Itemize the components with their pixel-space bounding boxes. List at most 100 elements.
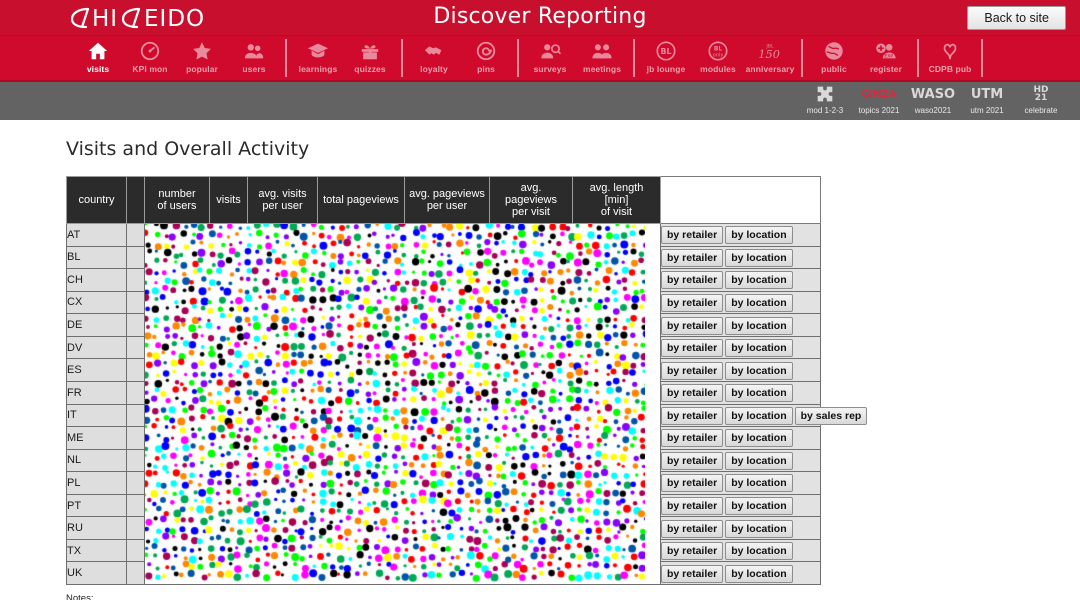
action-by-location-button[interactable]: by location	[725, 497, 793, 516]
users-icon	[243, 39, 265, 63]
subnav-item-topics-2021[interactable]: GiNZA topics 2021	[852, 82, 906, 120]
nav-item-label: loyalty	[420, 64, 448, 74]
row-actions-cell: by retailer by location	[660, 561, 821, 585]
action-by-retailer-button[interactable]: by retailer	[661, 519, 724, 538]
nav-separator	[633, 39, 635, 77]
action-by-retailer-button[interactable]: by retailer	[661, 406, 724, 425]
survey-person-icon	[539, 39, 561, 63]
action-by-location-button[interactable]: by location	[725, 542, 793, 561]
nav-item-learnings[interactable]: learnings	[292, 36, 344, 82]
nav-item-modules[interactable]: BL only modules	[692, 36, 744, 82]
action-by-retailer-button[interactable]: by retailer	[661, 564, 724, 583]
action-by-location-button[interactable]: by location	[725, 384, 793, 403]
subnav-item-waso2021[interactable]: WASO waso2021	[906, 82, 960, 120]
nav-separator	[401, 39, 403, 77]
subnav-item-mod-1-2-3[interactable]: mod 1-2-3	[798, 82, 852, 120]
action-by-location-button[interactable]: by location	[725, 519, 793, 538]
country-cell: UK	[66, 561, 127, 585]
action-by-location-button[interactable]: by location	[725, 361, 793, 380]
action-by-sales-rep-button[interactable]: by sales rep	[794, 406, 868, 425]
action-by-retailer-button[interactable]: by retailer	[661, 316, 724, 335]
country-cell: TX	[66, 538, 127, 563]
row-spacer-cell	[126, 223, 145, 247]
handshake-icon	[423, 39, 445, 63]
country-cell: DV	[66, 335, 127, 360]
nav-item-cdpb-pub[interactable]: CDPB pub	[924, 36, 976, 82]
row-spacer-cell	[126, 245, 145, 270]
action-by-retailer-button[interactable]: by retailer	[661, 293, 724, 312]
action-by-location-button[interactable]: by location	[725, 226, 793, 245]
action-by-location-button[interactable]: by location	[725, 248, 793, 267]
utm-icon: UTM	[970, 86, 1004, 102]
gift-icon	[359, 39, 381, 63]
nav-item-label: quizzes	[354, 64, 386, 74]
table-header-avg-length-min-of-visit: avg. length [min] of visit	[572, 176, 661, 224]
header-line: avg. pageviews	[505, 182, 557, 206]
action-by-location-button[interactable]: by location	[725, 339, 793, 358]
table-header-blank	[660, 176, 821, 224]
nav-item-surveys[interactable]: surveys	[524, 36, 576, 82]
nav-item-label: register	[870, 64, 902, 74]
action-by-location-button[interactable]: by location	[725, 564, 793, 583]
action-by-location-button[interactable]: by location	[725, 406, 793, 425]
nav-item-anniversary[interactable]: JBL 150 anniversary	[744, 36, 796, 82]
table-header-avg-pageviews-per-user: avg. pageviews per user	[404, 176, 490, 224]
action-by-retailer-button[interactable]: by retailer	[661, 451, 724, 470]
notes-title: Notes:	[66, 593, 94, 600]
action-by-retailer-button[interactable]: by retailer	[661, 226, 724, 245]
country-cell: RU	[66, 516, 127, 540]
action-by-location-button[interactable]: by location	[725, 474, 793, 493]
nav-item-meetings[interactable]: meetings	[576, 36, 628, 82]
country-cell: PT	[66, 493, 127, 518]
action-by-retailer-button[interactable]: by retailer	[661, 339, 724, 358]
nav-item-visits[interactable]: visits	[72, 36, 124, 82]
country-cell: ES	[66, 358, 127, 382]
nav-item-users[interactable]: users	[228, 36, 280, 82]
table-body: AT by retailer by location BL by retailer by …	[66, 223, 868, 585]
action-by-location-button[interactable]: by location	[725, 293, 793, 312]
action-by-retailer-button[interactable]: by retailer	[661, 542, 724, 561]
action-by-location-button[interactable]: by location	[725, 429, 793, 448]
subnav-item-label: waso2021	[914, 106, 952, 115]
nav-item-pins[interactable]: pins	[460, 36, 512, 82]
nav-item-jb-lounge[interactable]: BL jb lounge	[640, 36, 692, 82]
row-actions-cell: by retailer by location	[660, 358, 821, 382]
row-spacer-cell	[126, 313, 145, 337]
secondary-navigation: mod 1-2-3 GiNZA topics 2021 WASO waso2021 UTM…	[0, 82, 1080, 120]
country-cell: BL	[66, 245, 127, 270]
subnav-item-celebrate[interactable]: HD 21 celebrate	[1014, 82, 1068, 120]
action-by-retailer-button[interactable]: by retailer	[661, 497, 724, 516]
star-icon	[191, 39, 213, 63]
action-by-retailer-button[interactable]: by retailer	[661, 271, 724, 290]
action-by-retailer-button[interactable]: by retailer	[661, 474, 724, 493]
nav-item-label: users	[242, 64, 266, 74]
row-spacer-cell	[126, 493, 145, 518]
action-by-location-button[interactable]: by location	[725, 451, 793, 470]
nav-item-quizzes[interactable]: quizzes	[344, 36, 396, 82]
action-by-location-button[interactable]: by location	[725, 316, 793, 335]
nav-item-popular[interactable]: popular	[176, 36, 228, 82]
nav-separator	[917, 39, 919, 77]
country-cell: IT	[66, 403, 127, 428]
nav-item-public[interactable]: public	[808, 36, 860, 82]
nav-separator	[801, 39, 803, 77]
nav-item-loyalty[interactable]: loyalty	[408, 36, 460, 82]
svg-text:BL: BL	[714, 46, 723, 53]
action-by-retailer-button[interactable]: by retailer	[661, 248, 724, 267]
action-by-retailer-button[interactable]: by retailer	[661, 429, 724, 448]
header-line: country	[78, 194, 115, 206]
nav-separator	[517, 39, 519, 77]
action-by-retailer-button[interactable]: by retailer	[661, 361, 724, 380]
svg-text:EXP: EXP	[884, 53, 893, 59]
action-by-retailer-button[interactable]: by retailer	[661, 384, 724, 403]
row-actions-cell: by retailer by location	[660, 538, 821, 563]
subnav-item-utm-2021[interactable]: UTM utm 2021	[960, 82, 1014, 120]
action-by-location-button[interactable]: by location	[725, 271, 793, 290]
nav-item-label: CDPB pub	[928, 64, 972, 74]
row-actions-cell: by retailer by location	[660, 448, 821, 473]
spiral-pin-icon	[475, 39, 497, 63]
row-actions-cell: by retailer by location	[660, 335, 821, 360]
back-to-site-button[interactable]: Back to site	[967, 6, 1066, 30]
nav-item-register[interactable]: EXP register	[860, 36, 912, 82]
nav-item-kpi-mon[interactable]: KPI mon	[124, 36, 176, 82]
